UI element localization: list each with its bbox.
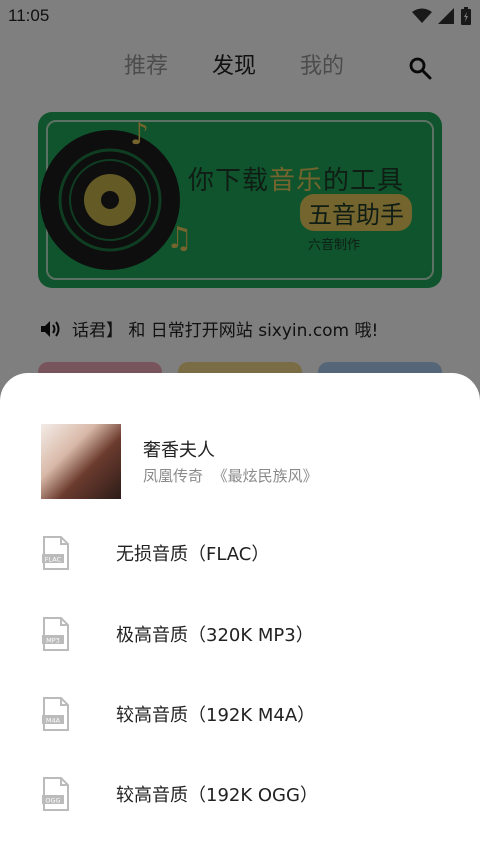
- quality-option-mp3[interactable]: MP3 极高音质（320K MP3）: [0, 603, 480, 663]
- m4a-file-icon: M4A: [42, 697, 69, 731]
- quality-option-label: 较高音质（192K M4A）: [116, 705, 316, 726]
- svg-text:OGG: OGG: [45, 797, 60, 805]
- quality-option-flac[interactable]: FLAC 无损音质（FLAC）: [0, 522, 480, 582]
- quality-option-label: 极高音质（320K MP3）: [116, 625, 314, 646]
- quality-option-ogg[interactable]: OGG 较高音质（192K OGG）: [0, 763, 480, 823]
- ogg-file-icon: OGG: [42, 777, 69, 811]
- svg-text:MP3: MP3: [46, 637, 60, 645]
- svg-text:M4A: M4A: [46, 717, 61, 725]
- quality-option-label: 无损音质（FLAC）: [116, 544, 270, 565]
- flac-file-icon: FLAC: [42, 536, 69, 570]
- quality-option-label: 较高音质（192K OGG）: [116, 785, 318, 806]
- song-title: 奢香夫人: [143, 440, 215, 461]
- song-info: 奢香夫人 凤凰传奇 《最炫民族风》: [41, 424, 461, 500]
- mp3-file-icon: MP3: [42, 617, 69, 651]
- quality-option-m4a[interactable]: M4A 较高音质（192K M4A）: [0, 683, 480, 743]
- song-meta: 凤凰传奇 《最炫民族风》: [143, 467, 318, 485]
- download-quality-sheet: 奢香夫人 凤凰传奇 《最炫民族风》 FLAC 无损音质（FLAC） MP3 极高…: [0, 373, 480, 853]
- svg-text:FLAC: FLAC: [45, 556, 62, 564]
- album-cover: [41, 424, 121, 499]
